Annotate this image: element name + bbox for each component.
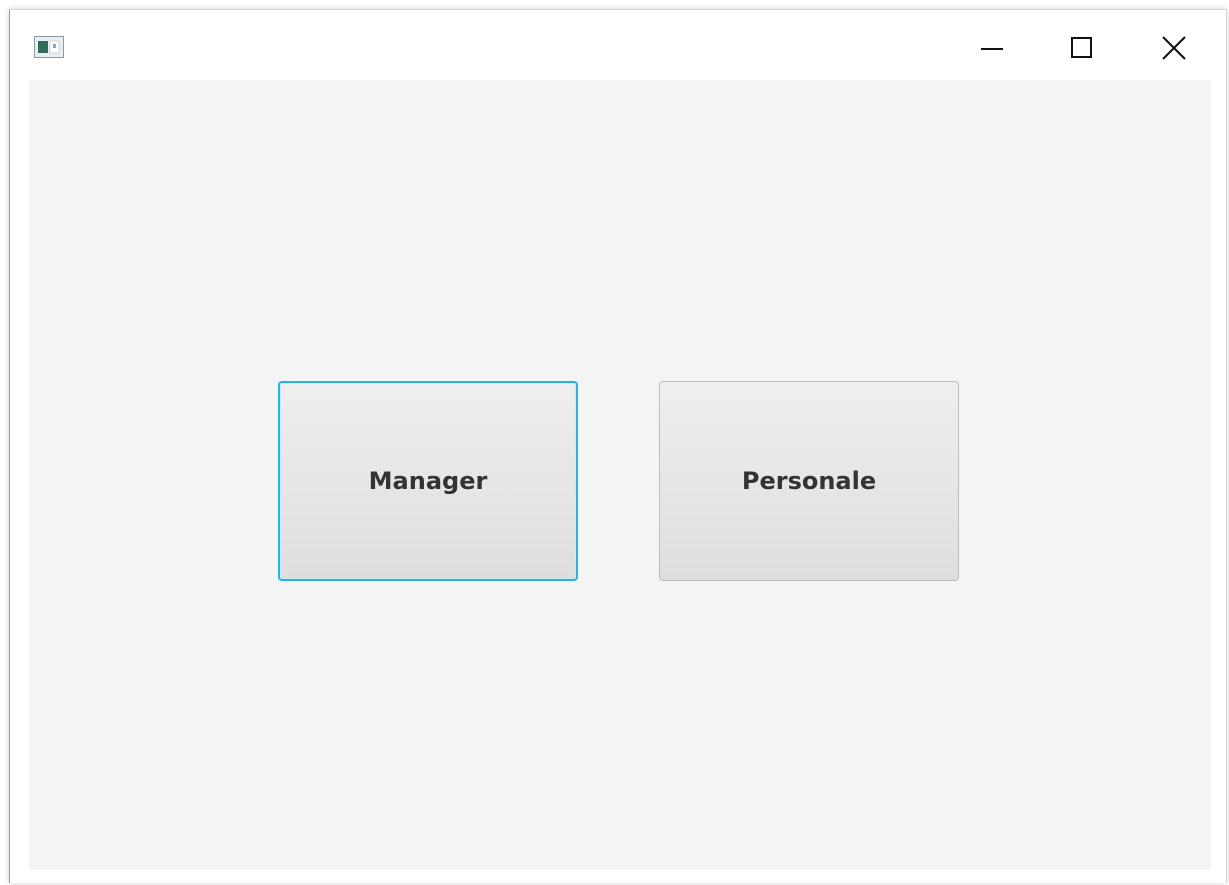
minimize-button[interactable] (972, 28, 1012, 68)
personale-button-label: Personale (741, 467, 877, 495)
content-area: Manager Personale (29, 80, 1211, 870)
manager-button-label: Manager (368, 467, 488, 495)
app-window: Manager Personale (9, 9, 1227, 883)
minimize-icon (981, 48, 1003, 50)
maximize-button[interactable] (1062, 28, 1102, 68)
maximize-icon (1071, 37, 1092, 58)
close-button[interactable] (1154, 28, 1194, 68)
app-icon (34, 36, 64, 58)
personale-button[interactable]: Personale (659, 381, 959, 581)
title-bar[interactable] (10, 10, 1226, 80)
manager-button[interactable]: Manager (278, 381, 578, 581)
close-icon (1162, 36, 1186, 60)
